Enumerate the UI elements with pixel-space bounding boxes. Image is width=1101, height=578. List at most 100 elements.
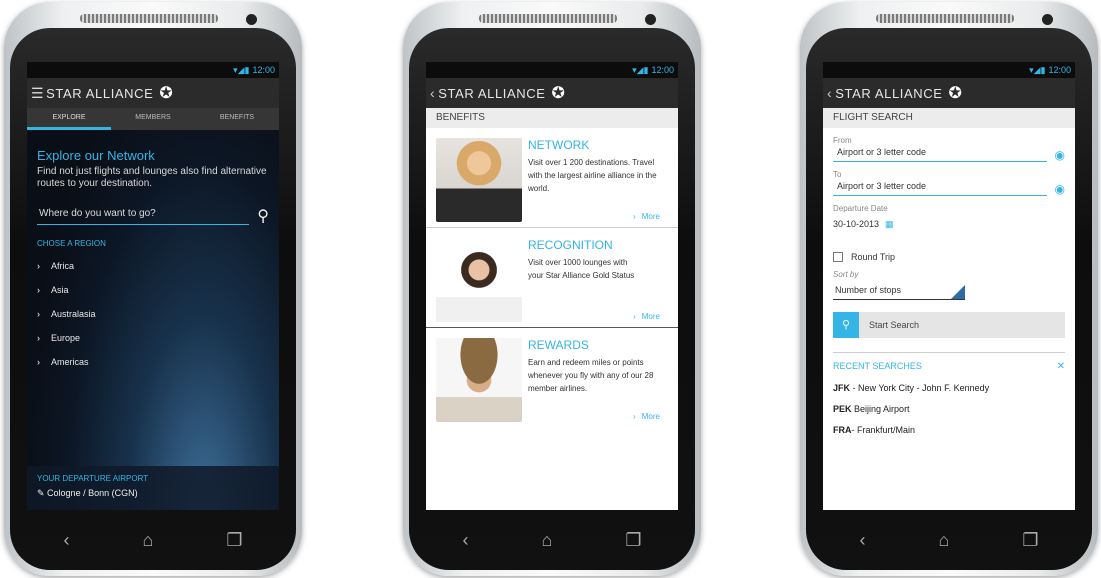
card-title: REWARDS [528,338,589,352]
woman-photo [436,238,522,322]
brand-title: STAR ALLIANCE [46,85,154,101]
chevron-right-icon: › [37,285,40,295]
to-label: To [833,170,842,179]
woman-photo [436,138,522,222]
to-input[interactable]: Airport or 3 letter code [833,181,1047,196]
recent-item[interactable]: JFK - New York City - John F. Kennedy [833,383,1065,393]
destination-search-input[interactable]: Where do you want to go? [37,208,250,225]
flight-search-form: From Airport or 3 letter code ◉ To Airpo… [823,136,1075,338]
benefit-card-recognition[interactable]: RECOGNITION Visit over 1000 lounges with… [426,228,678,328]
more-link[interactable]: › More [633,212,666,221]
tab-explore[interactable]: EXPLORE [27,108,111,130]
more-label: More [641,212,660,221]
soft-keys: ‹ ⌂ ❐ [27,522,279,558]
back-key-icon[interactable]: ‹ [462,530,468,551]
phone-flight-search: ▾◢▮ 12:00 ‹ STAR ALLIANCE ✪ FLIGHT SEARCH… [800,2,1098,576]
region-heading: CHOSE A REGION [37,239,106,248]
start-search-button[interactable]: ⚲ Start Search [833,312,1065,338]
region-item-americas[interactable]: › Americas [37,350,279,374]
speaker-grille [876,14,1014,23]
card-title: NETWORK [528,138,590,152]
recent-code: PEK [833,404,852,414]
locate-icon[interactable]: ◉ [1055,148,1065,162]
recent-name: - New York City - John F. Kennedy [852,383,990,393]
start-search-label: Start Search [869,320,920,330]
from-input[interactable]: Airport or 3 letter code [833,147,1047,162]
recents-key-icon[interactable]: ❐ [226,530,242,551]
recent-code: JFK [833,383,851,393]
pencil-icon: ✎ [37,488,48,498]
round-trip-row[interactable]: Round Trip [833,252,1065,262]
star-logo-icon: ✪ [551,85,566,102]
recent-heading: RECENT SEARCHES [833,361,922,371]
benefit-card-network[interactable]: NETWORK Visit over 1 200 destinations. T… [426,128,678,228]
region-label: Africa [51,261,75,271]
more-link[interactable]: › More [633,312,666,321]
screen-explore: ▾◢▮ 12:00 ☰ STAR ALLIANCE ✪ EXPLORE MEMBE… [27,62,279,510]
to-row: Airport or 3 letter code ◉ [833,181,1065,196]
chevron-right-icon: › [633,212,636,221]
departure-date-field[interactable]: 30-10-2013 ▦ [833,219,1065,230]
page-subtitle: Find not just flights and lounges also f… [37,166,267,189]
recent-item[interactable]: PEK Beijing Airport [833,404,1065,414]
sort-select[interactable]: Number of stops [833,283,965,300]
sort-label: Sort by [833,270,859,279]
calendar-icon[interactable]: ▦ [885,219,894,229]
search-icon[interactable]: ⚲ [257,209,269,225]
status-time: 12:00 [252,65,275,75]
recents-key-icon[interactable]: ❐ [1022,530,1038,551]
chevron-right-icon: › [633,412,636,421]
benefit-card-rewards[interactable]: REWARDS Earn and redeem miles or points … [426,328,678,427]
brand-title: STAR ALLIANCE [438,85,546,101]
menu-icon[interactable]: ☰ [31,85,44,102]
round-trip-checkbox[interactable] [833,252,843,262]
region-label: Australasia [51,309,96,319]
camera-icon [246,14,257,25]
locate-icon[interactable]: ◉ [1055,182,1065,196]
departure-airport: Cologne / Bonn (CGN) [47,488,138,498]
card-text: Visit over 1 200 destinations. Travel wi… [528,158,657,193]
brand-title: STAR ALLIANCE [835,85,943,101]
page-title: Explore our Network [37,148,155,163]
camera-icon [1042,14,1053,25]
back-key-icon[interactable]: ‹ [859,530,865,551]
home-key-icon[interactable]: ⌂ [938,530,949,551]
tab-bar: EXPLORE MEMBERS BENEFITS [27,108,279,130]
home-key-icon[interactable]: ⌂ [142,530,153,551]
star-logo-icon: ✪ [159,85,174,102]
tab-members[interactable]: MEMBERS [111,108,195,130]
star-logo-icon: ✪ [948,85,963,102]
status-bar: ▾◢▮ 12:00 [823,62,1075,78]
dropdown-triangle-icon [951,285,965,299]
region-list: › Africa › Asia › Australasia › Europe › Amer… [37,254,279,374]
man-photo [436,338,522,422]
section-header: FLIGHT SEARCH [823,108,1075,128]
departure-panel[interactable]: YOUR DEPARTURE AIRPORT ✎ Cologne / Bonn … [27,466,279,510]
search-row: Where do you want to go? ⚲ [37,208,269,225]
recents-key-icon[interactable]: ❐ [625,530,641,551]
search-icon: ⚲ [833,312,859,338]
tab-benefits[interactable]: BENEFITS [195,108,279,130]
recent-item[interactable]: FRA- Frankfurt/Main [833,425,1065,435]
region-item-asia[interactable]: › Asia [37,278,279,302]
action-bar: ‹ STAR ALLIANCE ✪ [823,78,1075,108]
status-time: 12:00 [651,65,674,75]
wifi-signal-icon: ▾◢▮ [632,65,649,75]
recent-name: Beijing Airport [854,404,910,414]
more-link[interactable]: › More [633,412,666,421]
wifi-signal-icon: ▾◢▮ [233,65,250,75]
home-key-icon[interactable]: ⌂ [541,530,552,551]
soft-keys: ‹ ⌂ ❐ [426,522,678,558]
region-item-europe[interactable]: › Europe [37,326,279,350]
region-item-australasia[interactable]: › Australasia [37,302,279,326]
close-icon[interactable]: ✕ [1057,361,1065,372]
soft-keys: ‹ ⌂ ❐ [823,522,1075,558]
back-icon[interactable]: ‹ [430,85,435,101]
section-header: BENEFITS [426,108,678,128]
date-value: 30-10-2013 [833,219,880,229]
status-bar: ▾◢▮ 12:00 [426,62,678,78]
region-item-africa[interactable]: › Africa [37,254,279,278]
back-icon[interactable]: ‹ [827,85,832,101]
recent-header: RECENT SEARCHES ✕ [833,352,1065,372]
back-key-icon[interactable]: ‹ [63,530,69,551]
